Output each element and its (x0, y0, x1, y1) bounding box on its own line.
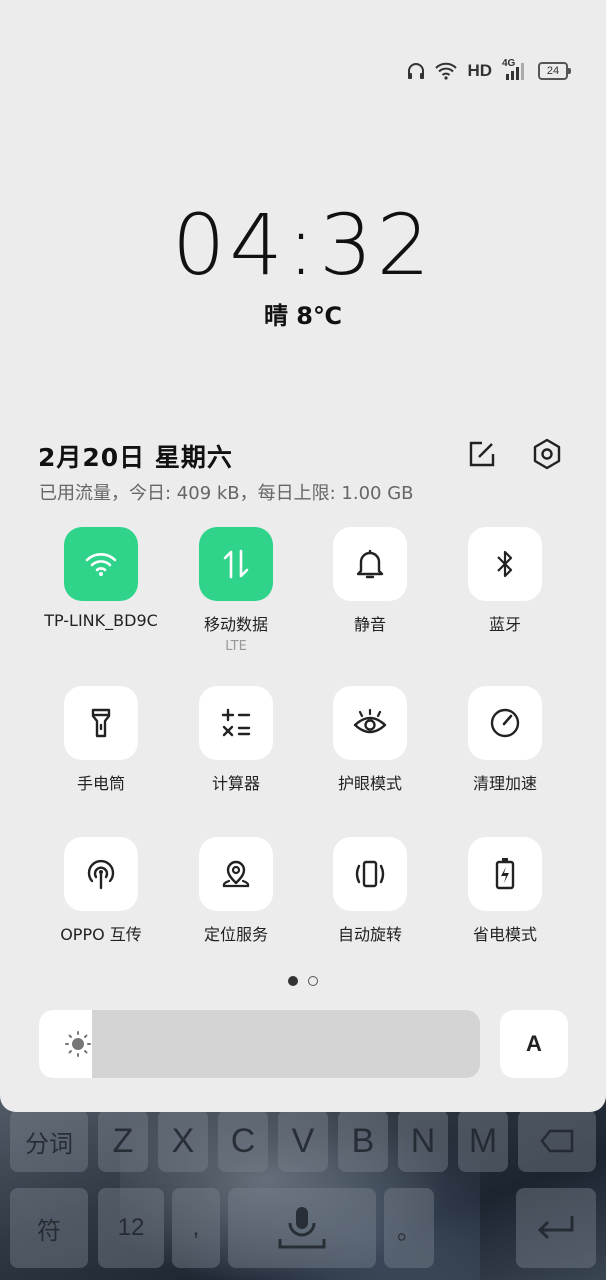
battery-icon: 24 (538, 62, 571, 80)
tile-label: OPPO 互传 (60, 925, 142, 944)
tile-wifi[interactable]: TP-LINK_BD9C (36, 527, 166, 630)
settings-icon[interactable] (531, 438, 563, 470)
tile-mobile-data-button[interactable] (199, 527, 273, 601)
backspace-icon (540, 1129, 574, 1153)
page-dot-active[interactable] (288, 976, 298, 986)
tile-label: 蓝牙 (488, 615, 521, 634)
key-numbers[interactable]: 12 (98, 1188, 164, 1268)
battery-saver-icon (495, 858, 515, 890)
headphones-icon (408, 63, 425, 79)
tile-cleanup-button[interactable] (468, 686, 542, 760)
key-backspace[interactable] (518, 1110, 596, 1172)
microphone-icon (278, 1207, 326, 1249)
bluetooth-icon (497, 550, 513, 578)
wifi-icon (85, 553, 117, 576)
tile-location-button[interactable] (199, 837, 273, 911)
tile-mobile-data[interactable]: 移动数据 LTE (171, 527, 301, 654)
tile-label: 护眼模式 (337, 774, 402, 793)
weather-text: 晴 8℃ (263, 302, 343, 330)
edit-icon[interactable] (466, 438, 498, 470)
key-n[interactable]: N (398, 1110, 448, 1172)
key-z[interactable]: Z (98, 1110, 148, 1172)
wifi-icon (435, 62, 458, 80)
sun-icon (65, 1031, 91, 1057)
eye-icon (353, 709, 387, 734)
tile-oppo-share[interactable]: OPPO 互传 (36, 837, 166, 945)
key-b[interactable]: B (338, 1110, 388, 1172)
tile-eye-comfort-button[interactable] (333, 686, 407, 760)
key-period[interactable]: 。 (384, 1188, 434, 1268)
key-m[interactable]: M (458, 1110, 508, 1172)
date-text: 2月20日 星期六 (38, 443, 233, 472)
tile-sublabel: LTE (225, 639, 247, 654)
tile-flashlight[interactable]: 手电筒 (36, 686, 166, 794)
tile-battery-saver[interactable]: 省电模式 (440, 837, 570, 945)
signal-4g-icon: 4G (502, 58, 528, 81)
page-dot[interactable] (308, 976, 318, 986)
tile-auto-rotate[interactable]: 自动旋转 (305, 837, 435, 945)
tile-eye-comfort[interactable]: 护眼模式 (305, 686, 435, 794)
location-icon (222, 860, 250, 888)
tile-location[interactable]: 定位服务 (171, 837, 301, 945)
tile-auto-rotate-button[interactable] (333, 837, 407, 911)
tile-label: 省电模式 (472, 925, 537, 944)
tile-wifi-button[interactable] (64, 527, 138, 601)
enter-icon (537, 1216, 574, 1240)
tile-silent[interactable]: 静音 (305, 527, 435, 635)
page-indicator (0, 976, 606, 986)
tile-battery-saver-button[interactable] (468, 837, 542, 911)
tile-cleanup[interactable]: 清理加速 (440, 686, 570, 794)
bell-icon (356, 549, 384, 579)
tile-label: TP-LINK_BD9C (44, 611, 158, 630)
tile-label: 静音 (353, 615, 386, 634)
tile-label: 定位服务 (203, 925, 268, 944)
tile-calculator[interactable]: 计算器 (171, 686, 301, 794)
tile-bluetooth[interactable]: 蓝牙 (440, 527, 570, 635)
rotate-icon (355, 860, 385, 888)
share-antenna-icon (87, 859, 115, 890)
key-enter[interactable] (516, 1188, 596, 1268)
tile-label: 手电筒 (76, 774, 125, 793)
tile-label: 计算器 (211, 774, 260, 793)
hd-indicator: HD (467, 61, 492, 80)
quick-settings-panel: HD 4G 24 04:32 晴 8℃ 2月20日 星期六 已用流量，今日: 4… (0, 0, 606, 1112)
key-v[interactable]: V (278, 1110, 328, 1172)
speedometer-icon (490, 708, 520, 738)
tile-label: 自动旋转 (337, 925, 402, 944)
flashlight-icon (91, 708, 111, 738)
tile-bluetooth-button[interactable] (468, 527, 542, 601)
tile-oppo-share-button[interactable] (64, 837, 138, 911)
tile-silent-button[interactable] (333, 527, 407, 601)
key-symbols[interactable]: 符 (10, 1188, 88, 1268)
tile-flashlight-button[interactable] (64, 686, 138, 760)
lock-clock: 04:32 (171, 196, 435, 294)
key-c[interactable]: C (218, 1110, 268, 1172)
key-x[interactable]: X (158, 1110, 208, 1172)
tile-label: 移动数据 (203, 615, 268, 634)
key-space[interactable] (228, 1188, 376, 1268)
status-bar: HD 4G 24 (407, 58, 571, 84)
mobile-data-icon (223, 549, 249, 579)
auto-brightness-button[interactable]: A (500, 1010, 568, 1078)
brightness-slider[interactable] (39, 1010, 480, 1078)
data-usage-text: 已用流量，今日: 409 kB，每日上限: 1.00 GB (39, 483, 414, 504)
key-comma[interactable]: , (172, 1188, 220, 1268)
tile-label: 清理加速 (472, 774, 537, 793)
key-segment[interactable]: 分词 (10, 1110, 88, 1172)
tile-calculator-button[interactable] (199, 686, 273, 760)
calculator-icon (221, 708, 251, 737)
